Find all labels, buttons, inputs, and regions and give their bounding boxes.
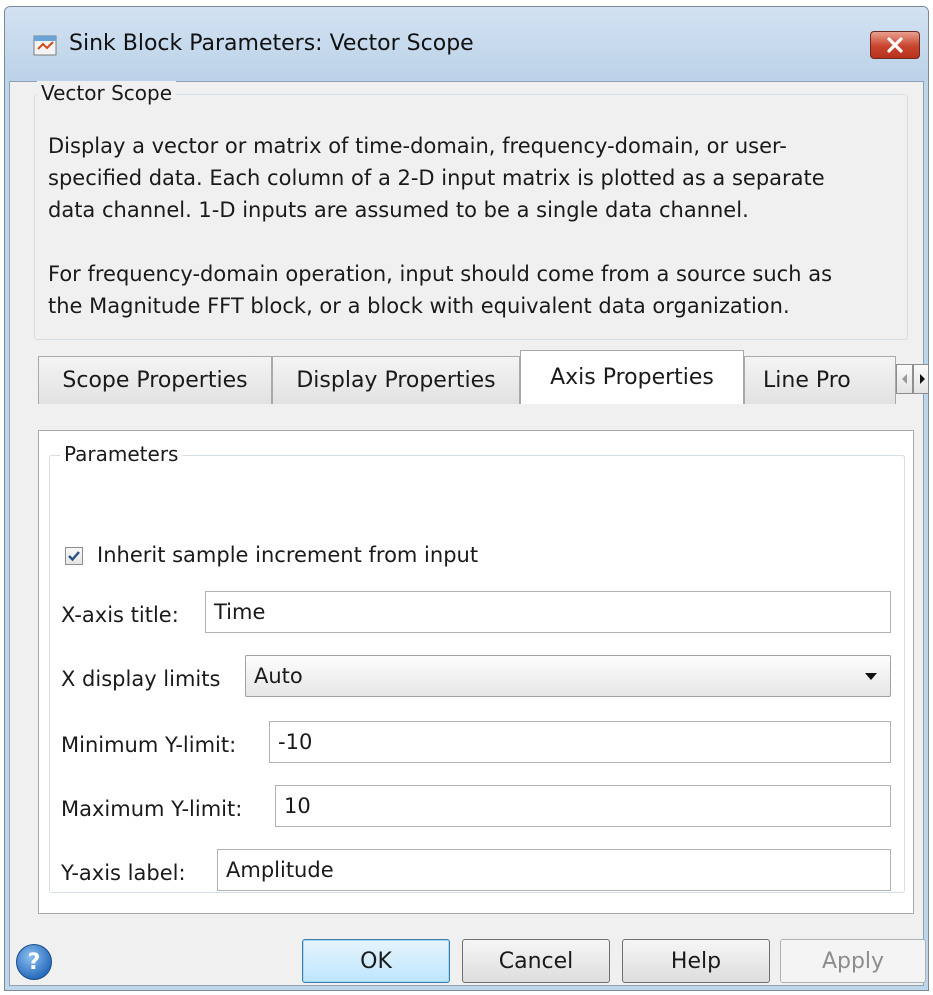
window-title: Sink Block Parameters: Vector Scope (69, 31, 474, 56)
help-button[interactable]: Help (622, 939, 770, 983)
inherit-sample-increment-checkbox[interactable] (65, 547, 83, 565)
tab-scope-properties[interactable]: Scope Properties (38, 356, 272, 404)
tab-scroll-right-button[interactable] (913, 364, 928, 394)
axis-properties-panel: Parameters Inherit sample increment from… (38, 430, 914, 914)
tab-display-properties[interactable]: Display Properties (272, 356, 520, 404)
x-display-limits-value: Auto (254, 664, 303, 688)
cancel-button[interactable]: Cancel (462, 939, 610, 983)
description-line: specified data. Each column of a 2-D inp… (48, 166, 825, 190)
tab-scroll-left-button[interactable] (896, 364, 913, 394)
tab-label: Line Pro (763, 368, 851, 393)
title-bar[interactable]: Sink Block Parameters: Vector Scope (5, 7, 928, 81)
y-axis-label-input[interactable] (217, 849, 891, 891)
tab-label: Axis Properties (550, 365, 714, 390)
x-display-limits-select[interactable]: Auto (245, 655, 891, 697)
close-button[interactable] (870, 31, 920, 59)
close-icon (887, 37, 903, 53)
chevron-left-icon (901, 374, 907, 384)
min-y-limit-label: Minimum Y-limit: (61, 733, 237, 757)
help-question-icon[interactable]: ? (16, 944, 52, 980)
tab-axis-properties[interactable]: Axis Properties (520, 350, 744, 404)
help-button-label: Help (670, 948, 722, 974)
x-axis-title-input[interactable] (205, 591, 891, 633)
cancel-button-label: Cancel (498, 948, 574, 974)
tab-line-properties[interactable]: Line Pro (744, 356, 896, 404)
dialog-client-area: Vector Scope Display a vector or matrix … (9, 81, 928, 986)
apply-button[interactable]: Apply (780, 939, 926, 983)
x-display-limits-label: X display limits (61, 667, 221, 691)
apply-button-label: Apply (821, 948, 885, 974)
min-y-limit-input[interactable] (269, 721, 891, 763)
description-line: the Magnitude FFT block, or a block with… (48, 294, 790, 318)
description-line: For frequency-domain operation, input sh… (48, 262, 833, 286)
parameters-group-legend: Parameters (60, 442, 183, 466)
tab-scroll-arrows (896, 364, 928, 394)
checkmark-icon (68, 551, 80, 562)
description-line: data channel. 1-D inputs are assumed to … (48, 198, 749, 222)
ok-button-label: OK (360, 948, 392, 974)
caret-down-icon (865, 673, 877, 680)
max-y-limit-label: Maximum Y-limit: (61, 797, 243, 821)
chevron-right-icon (919, 374, 925, 384)
ok-button[interactable]: OK (302, 939, 450, 983)
x-axis-title-label: X-axis title: (61, 603, 179, 627)
tab-label: Display Properties (296, 368, 496, 393)
y-axis-label-label: Y-axis label: (61, 861, 186, 885)
max-y-limit-input[interactable] (275, 785, 891, 827)
description-group-legend: Vector Scope (37, 81, 177, 105)
simulink-block-icon (33, 35, 57, 56)
inherit-sample-increment-label[interactable]: Inherit sample increment from input (97, 543, 478, 567)
description-line: Display a vector or matrix of time-domai… (48, 134, 787, 158)
tab-label: Scope Properties (62, 368, 248, 393)
dialog-window: Sink Block Parameters: Vector Scope Vect… (4, 6, 929, 991)
